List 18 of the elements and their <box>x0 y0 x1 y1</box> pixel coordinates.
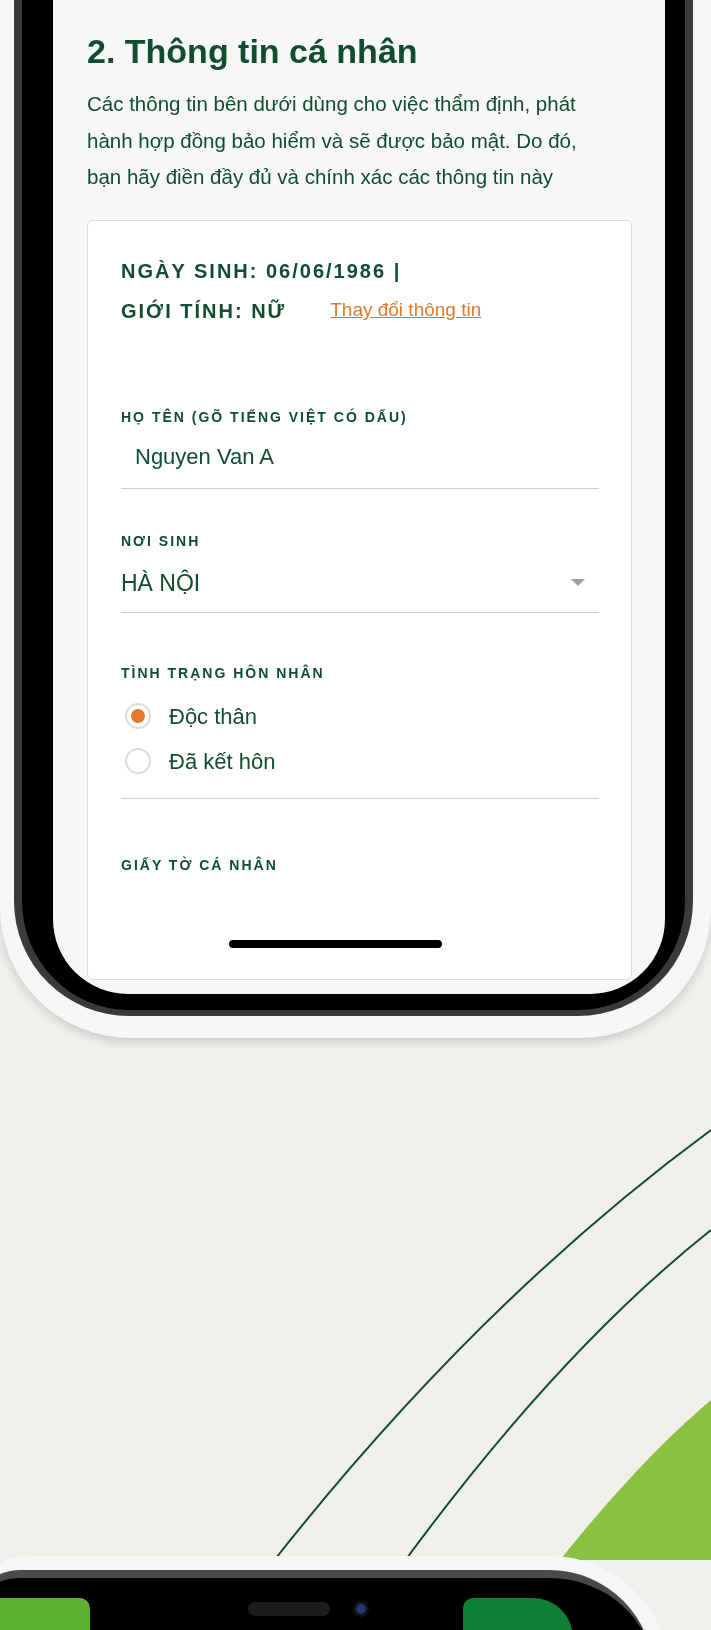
field-label: TÌNH TRẠNG HÔN NHÂN <box>121 663 326 683</box>
section-description: Các thông tin bên dưới dùng cho việc thẩm định, phát hành hợp đồng bảo hiểm và sẽ được bảo mật. Do đó, bạn hãy điền đầy đủ và chính xác các thông tin này <box>87 91 578 190</box>
section-title: 2. Thông tin cá nhân <box>87 31 419 72</box>
radio-button[interactable] <box>125 703 151 729</box>
speaker-icon <box>248 1602 330 1616</box>
radio-button[interactable] <box>125 748 151 774</box>
field-label: HỌ TÊN (GÕ TIẾNG VIỆT CÓ DẤU) <box>121 407 409 427</box>
birthplace-dropdown[interactable]: HÀ NỘI <box>121 567 599 613</box>
radio-label: Đã kết hôn <box>169 747 276 776</box>
caret-icon <box>571 579 585 586</box>
radio-label: Độc thân <box>169 702 258 731</box>
name-input[interactable]: Nguyen Van A <box>121 441 599 489</box>
birthplace-value: HÀ NỘI <box>121 568 201 598</box>
field-label: GIẤY TỜ CÁ NHÂN <box>121 855 279 875</box>
field-label: NƠI SINH <box>121 531 202 551</box>
camera-icon <box>353 1601 369 1617</box>
gender-text: GIỚI TÍNH: NỮ <box>121 298 287 324</box>
birth-date-text: NGÀY SINH: 06/06/1986 | <box>121 258 403 284</box>
